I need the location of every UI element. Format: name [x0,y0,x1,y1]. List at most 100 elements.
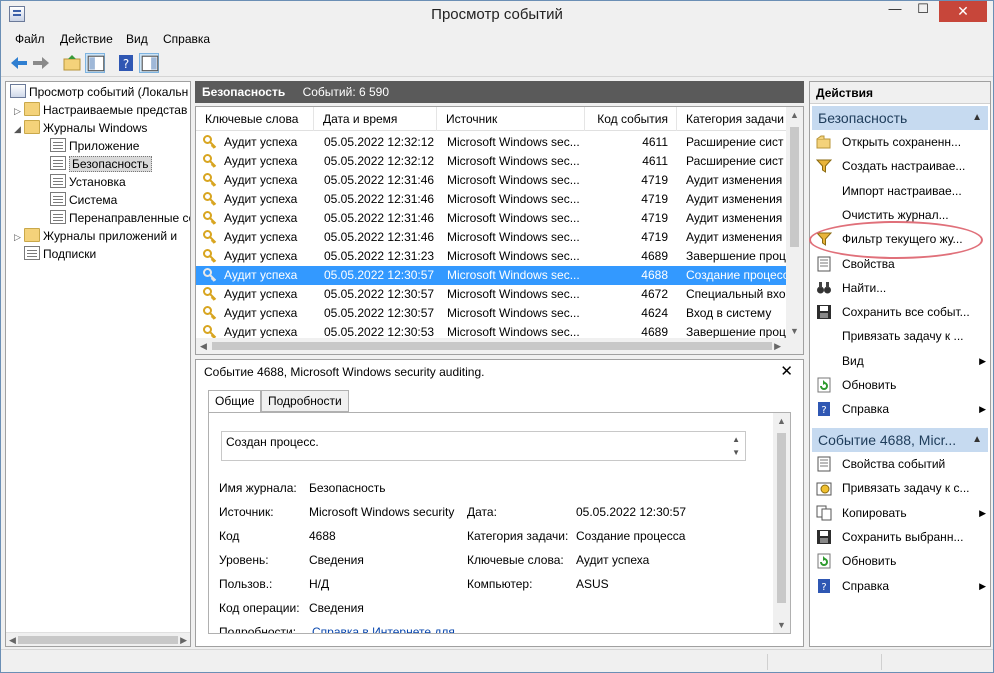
scroll-down-icon[interactable]: ▼ [790,326,799,336]
event-message-box[interactable]: Создан процесс. ▲ ▼ [221,431,746,461]
column-keywords[interactable]: Ключевые слова [196,107,314,131]
show-tree-icon[interactable] [85,53,105,73]
collapse-twisty-icon[interactable]: ◢ [14,120,24,138]
actions-section-event[interactable]: Событие 4688, Micr... ▲ [812,428,988,452]
scroll-right-icon[interactable]: ▶ [180,633,187,646]
task-icon [816,482,832,496]
action-import-custom-view[interactable]: Импорт настраивае... [814,179,988,203]
action-help[interactable]: ? Справка ▶ [814,397,988,421]
menu-view[interactable]: Вид [126,32,148,46]
minimize-button[interactable]: — [881,1,909,22]
tree-item-app-logs[interactable]: ▷ Журналы приложений и [14,227,177,245]
action-refresh[interactable]: Обновить [814,373,988,397]
scroll-down-icon[interactable]: ▼ [732,448,740,457]
table-row[interactable]: Аудит успеха 05.05.2022 12:32:12 Microsoft… [196,152,786,171]
refresh-icon [817,377,831,393]
tree-item-subscriptions[interactable]: Подписки [24,245,96,263]
scroll-left-icon[interactable]: ◀ [200,341,207,352]
column-source[interactable]: Источник [437,107,585,131]
table-row[interactable]: Аудит успеха 05.05.2022 12:30:57 Microsoft… [196,285,786,304]
column-event-id[interactable]: Код события [585,107,677,131]
tree-item-system[interactable]: Система [50,191,117,209]
action-view[interactable]: Вид ▶ [814,349,988,373]
online-help-link[interactable]: Справка в Интернете для [312,625,455,633]
action-open-saved-log[interactable]: Открыть сохраненн... [814,130,988,154]
action-refresh[interactable]: Обновить [814,549,988,573]
scrollbar-thumb[interactable] [212,342,772,350]
scroll-up-icon[interactable]: ▲ [790,110,799,120]
back-arrow-icon[interactable] [9,53,29,73]
scroll-down-icon[interactable]: ▼ [777,620,786,630]
collapse-caret-icon[interactable]: ▲ [972,428,982,452]
menu-help[interactable]: Справка [163,32,210,46]
tree-item-setup[interactable]: Установка [50,173,126,191]
table-row[interactable]: Аудит успеха 05.05.2022 12:31:46 Microsoft… [196,228,786,247]
tree-item-custom-views[interactable]: ▷ Настраиваемые представ [14,101,187,119]
binoculars-icon [817,281,831,294]
scrollbar-thumb[interactable] [18,636,178,644]
maximize-button[interactable]: ☐ [909,1,937,22]
details-vertical-scrollbar[interactable]: ▲ ▼ [773,413,790,633]
expand-twisty-icon[interactable]: ▷ [14,228,24,246]
close-details-icon[interactable]: ✕ [780,362,793,380]
up-folder-icon[interactable] [62,53,82,73]
tree-item-windows-logs[interactable]: ◢ Журналы Windows [14,119,147,137]
action-help[interactable]: ? Справка ▶ [814,574,988,598]
forward-arrow-icon[interactable] [31,53,51,73]
menu-file[interactable]: Файл [15,32,45,46]
tree-item-root[interactable]: Просмотр событий (Локальн [10,83,188,101]
scroll-right-icon[interactable]: ▶ [774,341,781,352]
action-save-all-events[interactable]: Сохранить все событ... [814,300,988,324]
tree-item-application[interactable]: Приложение [50,137,139,155]
action-event-properties[interactable]: Свойства событий [814,452,988,476]
action-copy[interactable]: Копировать ▶ [814,501,988,525]
table-row[interactable]: Аудит успеха 05.05.2022 12:30:57 Microsoft… [196,304,786,323]
events-vertical-scrollbar[interactable]: ▲ ▼ [786,107,803,339]
expand-twisty-icon[interactable]: ▷ [14,102,24,120]
close-window-button[interactable]: ✕ [939,1,987,22]
event-code-label: Код [219,529,240,543]
action-attach-task-to-event[interactable]: Привязать задачу к с... [814,476,988,500]
table-row[interactable]: Аудит успеха 05.05.2022 12:31:46 Microsoft… [196,171,786,190]
save-icon [817,529,831,544]
tree-item-security[interactable]: Безопасность [50,155,152,173]
scrollbar-thumb[interactable] [777,433,786,603]
table-row[interactable]: Аудит успеха 05.05.2022 12:32:12 Microsoft… [196,133,786,152]
cell-source: Microsoft Windows sec... [447,192,580,206]
action-create-custom-view[interactable]: Создать настраивае... [814,154,988,178]
scroll-left-icon[interactable]: ◀ [9,633,16,646]
column-datetime[interactable]: Дата и время [314,107,437,131]
action-attach-task[interactable]: Привязать задачу к ... [814,324,988,348]
help-icon[interactable]: ? [116,53,136,73]
column-task-category[interactable]: Категория задачи [677,107,787,131]
table-row[interactable]: Аудит успеха 05.05.2022 12:31:46 Microsoft… [196,209,786,228]
tab-general[interactable]: Общие [208,390,262,413]
properties-icon [817,256,831,271]
event-count: Событий: 6 590 [302,85,390,99]
action-clear-log[interactable]: Очистить журнал... [814,203,988,227]
menu-bar: Файл Действие Вид Справка [1,29,993,49]
log-icon [50,210,66,224]
tree-horizontal-scrollbar[interactable]: ◀ ▶ [6,632,190,646]
menu-action[interactable]: Действие [60,32,113,46]
action-properties[interactable]: Свойства [814,252,988,276]
actions-section-security[interactable]: Безопасность ▲ [812,106,988,130]
show-actions-icon[interactable] [139,53,159,73]
table-row[interactable]: Аудит успеха 05.05.2022 12:31:46 Microsoft… [196,190,786,209]
action-find[interactable]: Найти... [814,276,988,300]
table-row[interactable]: Аудит успеха 05.05.2022 12:31:23 Microsoft… [196,247,786,266]
scroll-up-icon[interactable]: ▲ [732,435,740,444]
table-row[interactable]: Аудит успеха 05.05.2022 12:30:57 Microsoft… [196,266,786,285]
action-filter-current-log[interactable]: Фильтр текущего жу... [814,227,988,251]
audit-key-icon [203,287,217,301]
collapse-caret-icon[interactable]: ▲ [972,106,982,130]
audit-key-icon [203,306,217,320]
cell-source: Microsoft Windows sec... [447,268,580,282]
tree-item-forwarded[interactable]: Перенаправленные со [50,209,190,227]
scrollbar-thumb[interactable] [790,127,799,247]
action-save-selected-events[interactable]: Сохранить выбранн... [814,525,988,549]
tab-details[interactable]: Подробности [261,390,349,412]
scroll-up-icon[interactable]: ▲ [777,416,786,426]
action-label: Справка [842,402,890,417]
events-horizontal-scrollbar[interactable]: ◀ ▶ [196,338,803,354]
